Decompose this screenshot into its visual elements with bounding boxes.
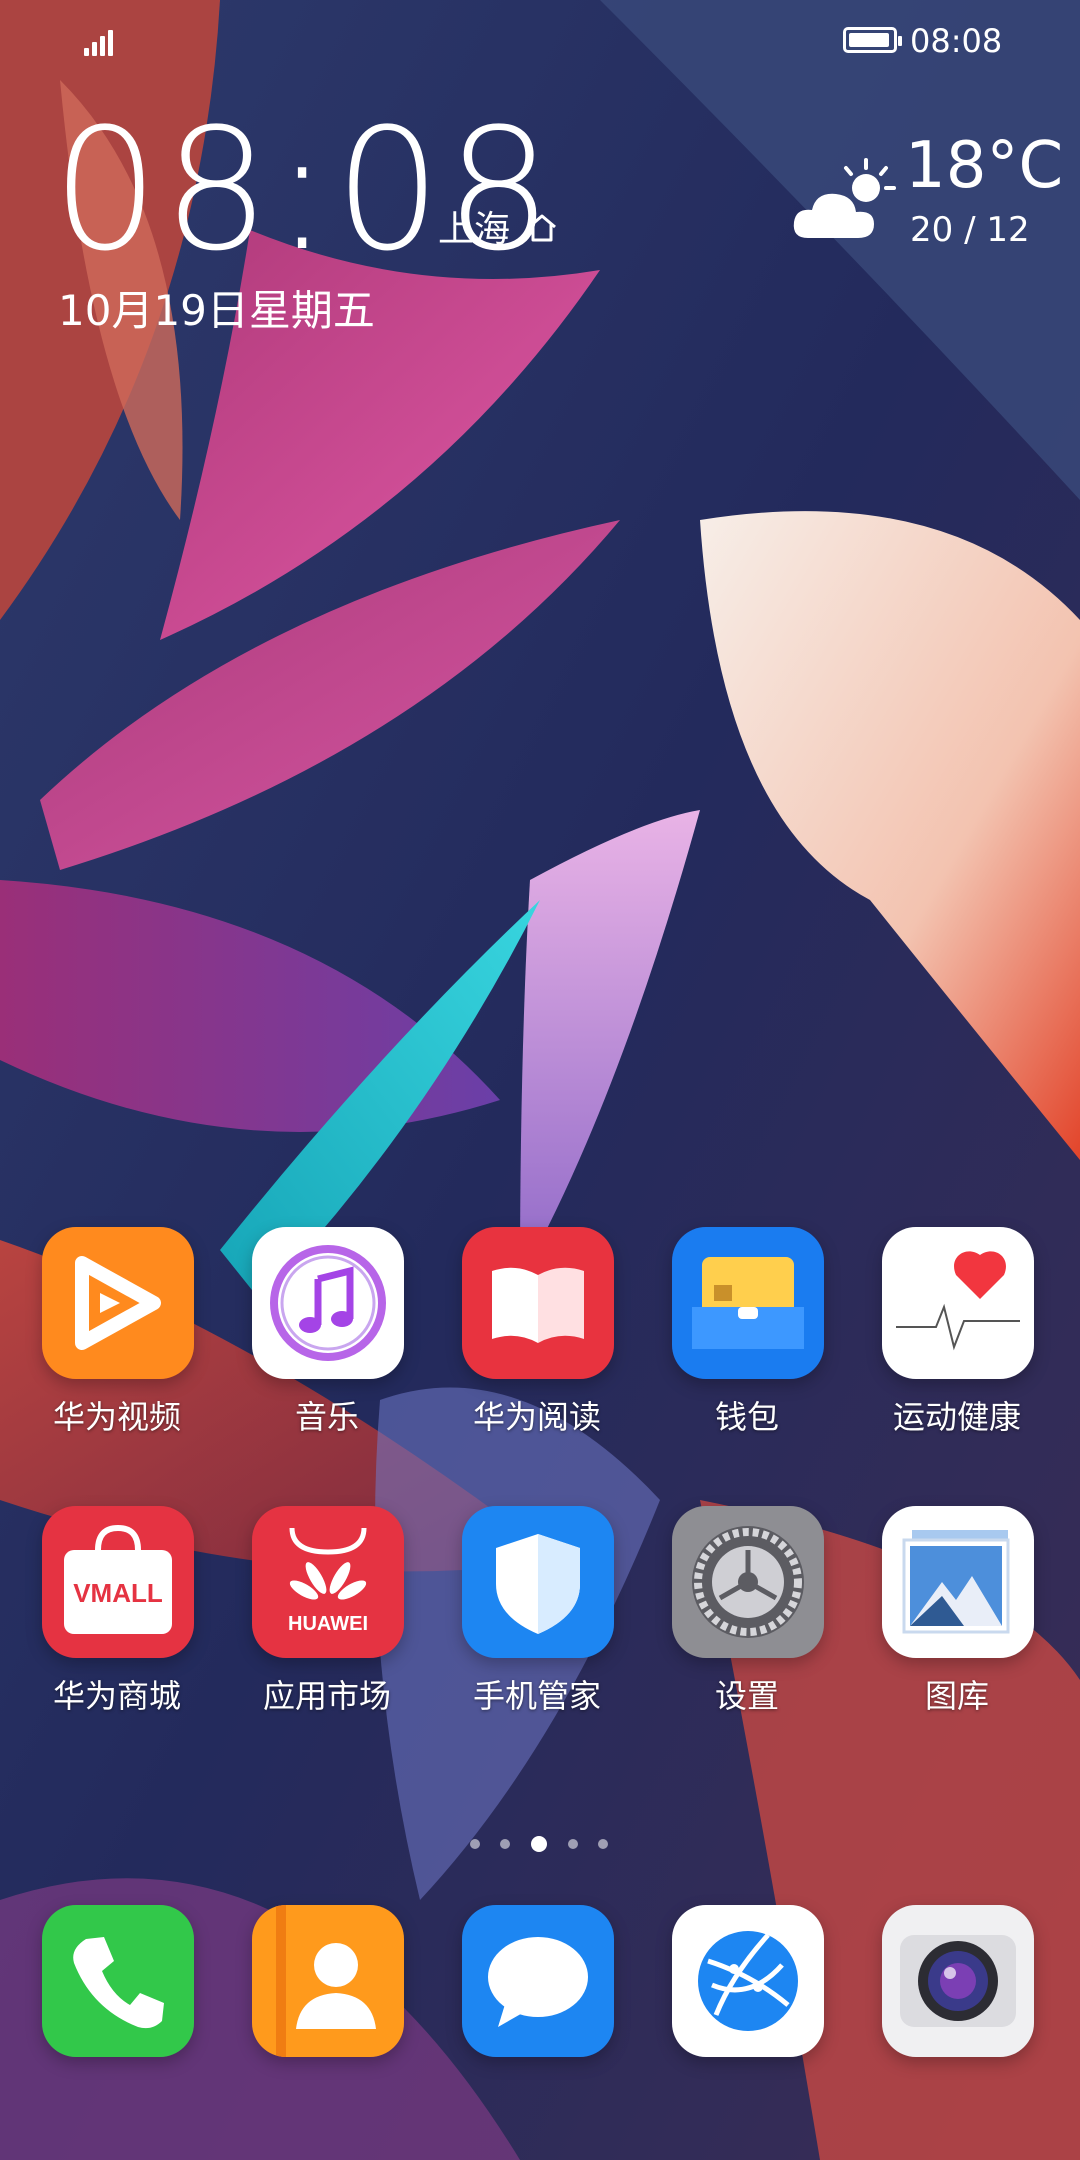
- shield-icon: [462, 1506, 614, 1658]
- status-bar: 08:08: [0, 0, 1080, 80]
- weather-range[interactable]: 20 / 12: [910, 210, 1030, 250]
- weather-city[interactable]: 上海: [438, 208, 510, 252]
- contacts-icon: [252, 1905, 404, 2057]
- status-time: 08:08: [910, 22, 1003, 60]
- app-label: 钱包: [714, 1398, 779, 1436]
- page-dot-active[interactable]: [531, 1836, 547, 1852]
- signal-strength-icon: [84, 24, 120, 56]
- home-icon: [528, 214, 556, 242]
- app-app-gallery[interactable]: HUAWEI 应用市场: [222, 1506, 432, 1726]
- app-label: 华为阅读: [472, 1398, 601, 1436]
- page-indicator[interactable]: [0, 1833, 1080, 1857]
- wallet-icon: [672, 1227, 824, 1379]
- app-vmall[interactable]: VMALL 华为商城: [12, 1506, 222, 1726]
- video-play-icon: [42, 1227, 194, 1379]
- app-label: 音乐: [294, 1398, 359, 1436]
- dock-phone[interactable]: [12, 1905, 222, 2125]
- browser-icon: [672, 1905, 824, 2057]
- book-icon: [462, 1227, 614, 1379]
- app-label: 华为视频: [52, 1398, 181, 1436]
- message-icon: [462, 1905, 614, 2057]
- svg-text:HUAWEI: HUAWEI: [288, 1613, 368, 1635]
- svg-text:VMALL: VMALL: [73, 1578, 163, 1608]
- app-gallery[interactable]: 图库: [852, 1506, 1062, 1726]
- dock-browser[interactable]: [642, 1905, 852, 2125]
- camera-icon: [882, 1905, 1034, 2057]
- app-huawei-video[interactable]: 华为视频: [12, 1227, 222, 1447]
- music-note-icon: [252, 1227, 404, 1379]
- shopping-bag-icon: VMALL: [42, 1506, 194, 1658]
- app-label: 应用市场: [262, 1677, 391, 1715]
- gear-icon: [672, 1506, 824, 1658]
- battery-level: [849, 33, 889, 47]
- app-label: 运动健康: [892, 1398, 1021, 1436]
- app-label: 手机管家: [472, 1677, 601, 1715]
- partly-cloudy-icon[interactable]: [786, 150, 906, 250]
- dock-messages[interactable]: [432, 1905, 642, 2125]
- app-music[interactable]: 音乐: [222, 1227, 432, 1447]
- weather-temperature[interactable]: 18°C: [905, 130, 1063, 202]
- dock-contacts[interactable]: [222, 1905, 432, 2125]
- app-label: 设置: [714, 1677, 779, 1715]
- app-huawei-reading[interactable]: 华为阅读: [432, 1227, 642, 1447]
- app-label: 图库: [924, 1677, 989, 1715]
- battery-icon: [843, 27, 902, 53]
- clock-date[interactable]: 10月19日星期五: [58, 285, 375, 337]
- app-label: 华为商城: [52, 1677, 181, 1715]
- dock-camera[interactable]: [852, 1905, 1062, 2125]
- app-phone-manager[interactable]: 手机管家: [432, 1506, 642, 1726]
- app-health[interactable]: 运动健康: [852, 1227, 1062, 1447]
- page-dot[interactable]: [500, 1839, 510, 1849]
- app-store-icon: HUAWEI: [252, 1506, 404, 1658]
- page-dot[interactable]: [568, 1839, 578, 1849]
- gallery-icon: [882, 1506, 1034, 1658]
- page-dot[interactable]: [470, 1839, 480, 1849]
- phone-icon: [42, 1905, 194, 2057]
- page-dot[interactable]: [598, 1839, 608, 1849]
- heart-pulse-icon: [882, 1227, 1034, 1379]
- app-settings[interactable]: 设置: [642, 1506, 852, 1726]
- app-wallet[interactable]: 钱包: [642, 1227, 852, 1447]
